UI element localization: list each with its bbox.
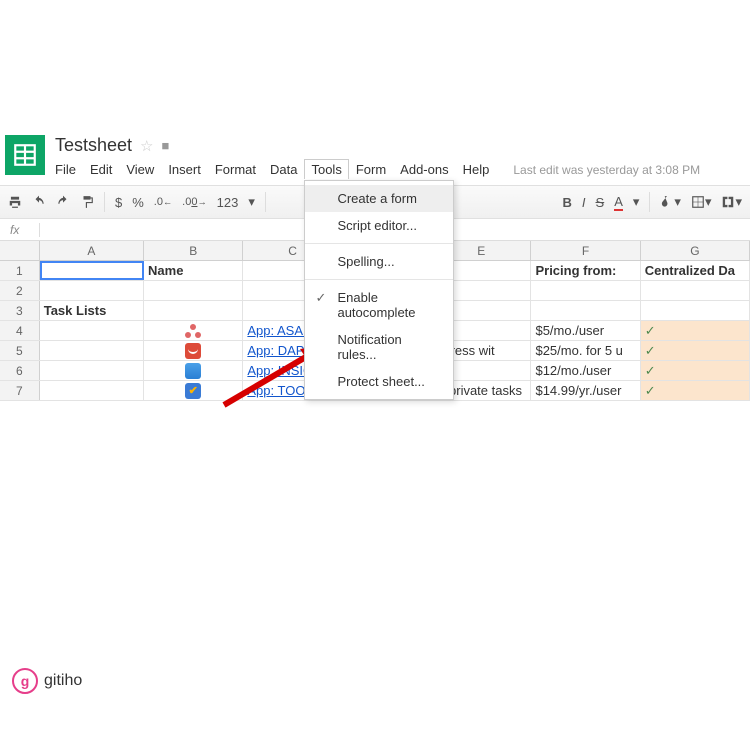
menu-addons[interactable]: Add-ons: [400, 162, 448, 177]
text-color-button[interactable]: A: [614, 194, 623, 211]
cell[interactable]: [531, 301, 640, 320]
tools-spelling[interactable]: Spelling...: [305, 248, 453, 275]
tools-enable-autocomplete[interactable]: Enable autocomplete: [305, 284, 453, 326]
menu-tools[interactable]: Tools: [304, 159, 348, 179]
col-header-B[interactable]: B: [144, 241, 243, 260]
tools-script-editor[interactable]: Script editor...: [305, 212, 453, 239]
cell[interactable]: [40, 341, 144, 360]
gitiho-label: gitiho: [44, 672, 82, 690]
cell-icon-dapulse[interactable]: [144, 341, 243, 360]
cell-A3[interactable]: Task Lists: [40, 301, 144, 320]
strikethrough-button[interactable]: S: [596, 195, 605, 210]
cell-F7[interactable]: $14.99/yr./user: [531, 381, 640, 400]
cell-icon-toodledo[interactable]: ✔: [144, 381, 243, 400]
undo-icon[interactable]: [32, 195, 46, 209]
merge-cells-icon[interactable]: ▾: [721, 194, 742, 210]
cell[interactable]: [144, 301, 243, 320]
row-header[interactable]: 5: [0, 341, 40, 360]
menu-form[interactable]: Form: [356, 162, 386, 177]
row-header[interactable]: 7: [0, 381, 40, 400]
cell-G1[interactable]: Centralized Da: [641, 261, 750, 280]
tools-notification-rules[interactable]: Notification rules...: [305, 326, 453, 368]
cell[interactable]: [40, 381, 144, 400]
row-header[interactable]: 1: [0, 261, 40, 280]
menu-bar: File Edit View Insert Format Data Tools …: [55, 162, 750, 177]
decrease-decimal-button[interactable]: .0←: [154, 196, 172, 208]
print-icon[interactable]: [8, 195, 22, 209]
cell[interactable]: [641, 301, 750, 320]
cell-G4[interactable]: ✓: [641, 321, 750, 340]
row-header[interactable]: 3: [0, 301, 40, 320]
tools-create-form[interactable]: Create a form: [305, 185, 453, 212]
col-header-G[interactable]: G: [641, 241, 750, 260]
gitiho-icon: g: [12, 668, 38, 694]
paint-format-icon[interactable]: [80, 195, 94, 209]
cell[interactable]: [641, 281, 750, 300]
fx-label: fx: [0, 223, 40, 237]
cell-G5[interactable]: ✓: [641, 341, 750, 360]
menu-help[interactable]: Help: [463, 162, 490, 177]
cell-G6[interactable]: ✓: [641, 361, 750, 380]
fill-color-icon[interactable]: ▾: [660, 194, 681, 210]
star-icon[interactable]: ☆: [140, 137, 153, 155]
number-format-button[interactable]: 123: [217, 195, 239, 210]
cell[interactable]: [40, 281, 144, 300]
sheets-logo: [5, 135, 45, 175]
cell-G7[interactable]: ✓: [641, 381, 750, 400]
menu-view[interactable]: View: [126, 162, 154, 177]
tools-dropdown: Create a form Script editor... Spelling.…: [304, 180, 454, 400]
row-header[interactable]: 4: [0, 321, 40, 340]
cell-A1[interactable]: [40, 261, 144, 280]
cell[interactable]: [531, 281, 640, 300]
tools-protect-sheet[interactable]: Protect sheet...: [305, 368, 453, 395]
more-formats-dropdown-icon[interactable]: ▾: [248, 194, 255, 210]
menu-format[interactable]: Format: [215, 162, 256, 177]
currency-button[interactable]: $: [115, 195, 122, 210]
col-header-F[interactable]: F: [531, 241, 640, 260]
col-header-A[interactable]: A: [40, 241, 144, 260]
cell[interactable]: [144, 281, 243, 300]
menu-separator: [305, 279, 453, 280]
cell-F6[interactable]: $12/mo./user: [531, 361, 640, 380]
menu-insert[interactable]: Insert: [168, 162, 201, 177]
folder-icon[interactable]: ■: [162, 138, 170, 153]
menu-separator: [305, 243, 453, 244]
last-edit-label[interactable]: Last edit was yesterday at 3:08 PM: [513, 163, 700, 177]
menu-edit[interactable]: Edit: [90, 162, 112, 177]
cell-F4[interactable]: $5/mo./user: [531, 321, 640, 340]
redo-icon[interactable]: [56, 195, 70, 209]
cell-icon-insightly[interactable]: [144, 361, 243, 380]
select-all-corner[interactable]: [0, 241, 40, 260]
cell-icon-asana[interactable]: [144, 321, 243, 340]
cell-F5[interactable]: $25/mo. for 5 u: [531, 341, 640, 360]
menu-file[interactable]: File: [55, 162, 76, 177]
menu-data[interactable]: Data: [270, 162, 297, 177]
row-header[interactable]: 2: [0, 281, 40, 300]
document-title[interactable]: Testsheet: [55, 135, 132, 156]
increase-decimal-button[interactable]: .00→: [182, 196, 206, 208]
borders-icon[interactable]: ▾: [691, 194, 712, 210]
cell-F1[interactable]: Pricing from:: [531, 261, 640, 280]
watermark: g gitiho: [12, 668, 82, 694]
bold-button[interactable]: B: [563, 195, 572, 210]
text-color-dropdown-icon[interactable]: ▾: [633, 194, 640, 210]
cell[interactable]: [40, 361, 144, 380]
cell[interactable]: [40, 321, 144, 340]
italic-button[interactable]: I: [582, 195, 586, 210]
row-header[interactable]: 6: [0, 361, 40, 380]
cell-B1[interactable]: Name: [144, 261, 243, 280]
percent-button[interactable]: %: [132, 195, 144, 210]
